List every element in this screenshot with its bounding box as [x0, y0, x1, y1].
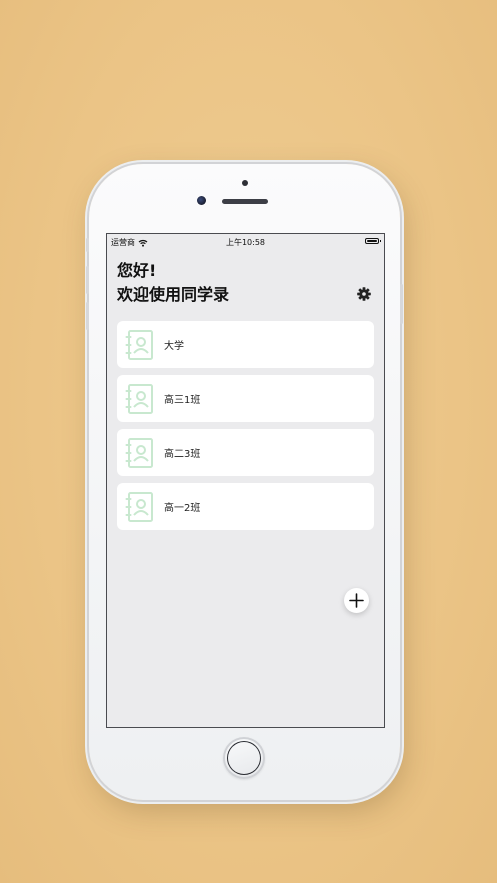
phone-mute-switch [86, 238, 89, 252]
greeting-text: 您好! [117, 261, 157, 280]
phone-volume-down-button [86, 302, 89, 330]
phone-volume-up-button [86, 266, 89, 294]
app-screen: 运营商 上午10:58 您好! 欢迎使用同学录 大学 高三1班 高二3班 高一2… [106, 233, 385, 728]
class-card-label: 大学 [164, 341, 184, 352]
class-card-daxue[interactable]: 大学 [117, 321, 374, 368]
page-title: 欢迎使用同学录 [117, 285, 230, 304]
class-card-label: 高三1班 [164, 395, 201, 406]
gear-icon[interactable] [356, 286, 372, 302]
phone-power-button [400, 284, 403, 324]
address-book-icon [125, 437, 153, 468]
address-book-icon [125, 491, 153, 522]
battery-fill [367, 240, 377, 242]
phone-front-camera [197, 196, 206, 205]
address-book-icon [125, 329, 153, 360]
address-book-icon [125, 383, 153, 414]
class-card-gaoer-3[interactable]: 高二3班 [117, 429, 374, 476]
class-card-label: 高二3班 [164, 449, 201, 460]
add-class-button[interactable] [344, 588, 369, 613]
class-card-label: 高一2班 [164, 503, 201, 514]
class-card-gaoyi-2[interactable]: 高一2班 [117, 483, 374, 530]
phone-proximity-sensor [242, 180, 248, 186]
battery-icon [365, 238, 381, 244]
status-bar: 运营商 上午10:58 [107, 234, 384, 250]
class-list: 大学 高三1班 高二3班 高一2班 [117, 321, 374, 537]
plus-icon [349, 593, 364, 608]
class-card-gaosan-1[interactable]: 高三1班 [117, 375, 374, 422]
status-time: 上午10:58 [225, 238, 266, 247]
phone-home-button[interactable] [223, 737, 265, 779]
phone-earpiece [222, 199, 268, 204]
